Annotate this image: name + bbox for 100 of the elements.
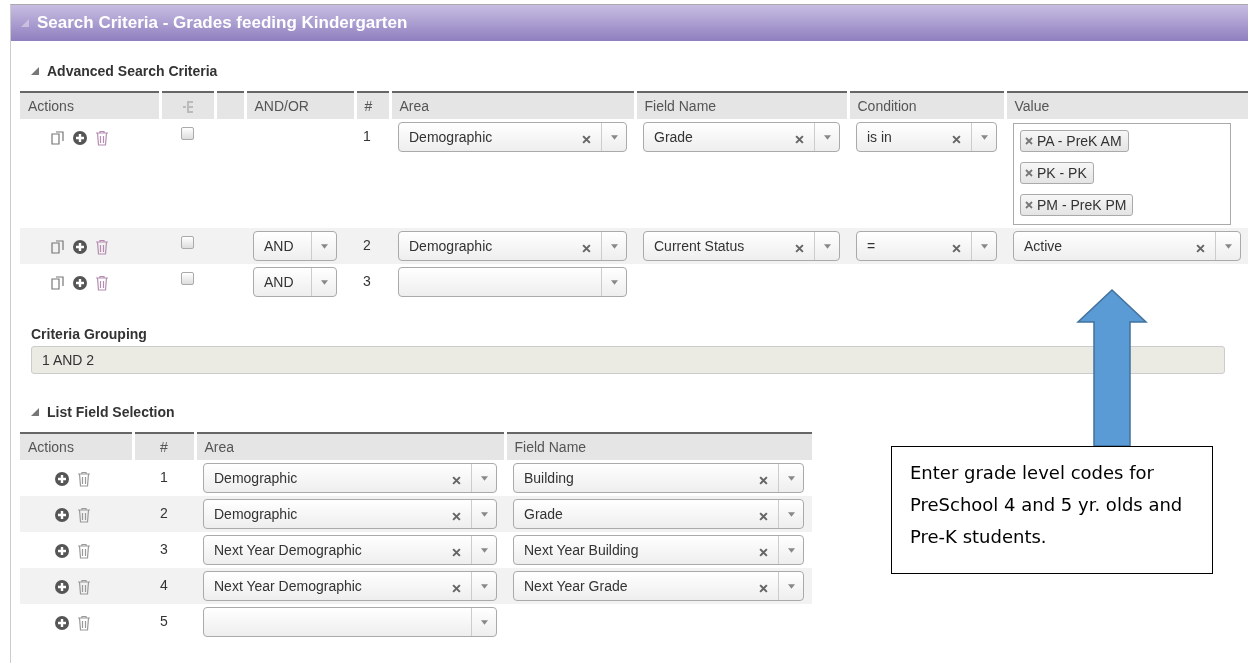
collapse-icon[interactable] — [31, 67, 39, 75]
select-field[interactable]: Next Year Grade — [513, 571, 804, 601]
add-icon[interactable] — [72, 275, 88, 291]
remove-icon[interactable] — [1025, 137, 1033, 145]
remove-icon[interactable] — [1025, 169, 1033, 177]
row-checkbox[interactable] — [181, 272, 194, 285]
column-header: # — [133, 433, 195, 460]
column-header: Value — [1005, 92, 1248, 119]
clear-icon[interactable] — [452, 475, 461, 485]
select-field[interactable]: Demographic — [203, 499, 497, 529]
row-checkbox[interactable] — [181, 127, 194, 140]
caret-icon — [980, 134, 988, 140]
clear-icon[interactable] — [795, 134, 804, 144]
add-icon[interactable] — [54, 615, 70, 631]
caret-icon — [787, 583, 795, 589]
delete-icon[interactable] — [76, 579, 92, 595]
callout-note: Enter grade level codes for PreSchool 4 and 5 yr. olds and Pre-K students. — [891, 446, 1213, 574]
caret-icon — [480, 583, 488, 589]
multi-select-field[interactable]: PA - PreK AM PK - PK PM - PreK PM — [1013, 123, 1231, 225]
clear-icon[interactable] — [759, 511, 768, 521]
value-tag: PM - PreK PM — [1020, 194, 1134, 216]
delete-icon[interactable] — [76, 471, 92, 487]
column-header: Area — [195, 433, 505, 460]
add-icon[interactable] — [54, 507, 70, 523]
delete-icon[interactable] — [76, 543, 92, 559]
column-header: Actions — [20, 433, 133, 460]
andor-dropdown[interactable]: AND — [253, 231, 337, 261]
select-field[interactable]: Demographic — [398, 122, 627, 152]
delete-icon[interactable] — [94, 130, 110, 146]
caret-icon — [823, 134, 831, 140]
select-field[interactable]: Active — [1013, 231, 1241, 261]
add-icon[interactable] — [54, 471, 70, 487]
row-number: 5 — [160, 612, 168, 629]
field-label: Criteria Grouping — [31, 326, 148, 342]
clear-icon[interactable] — [759, 475, 768, 485]
delete-icon[interactable] — [94, 275, 110, 291]
andor-dropdown[interactable]: AND — [253, 267, 337, 297]
caret-icon — [787, 475, 795, 481]
caret-icon — [980, 243, 988, 249]
collapse-icon[interactable] — [31, 408, 39, 416]
clear-icon[interactable] — [759, 583, 768, 593]
add-icon[interactable] — [54, 543, 70, 559]
hierarchy-icon — [182, 100, 193, 115]
clear-icon[interactable] — [452, 547, 461, 557]
section-heading: List Field Selection — [47, 404, 175, 420]
clear-icon[interactable] — [952, 243, 961, 253]
select-field[interactable]: Next Year Demographic — [203, 535, 497, 565]
column-header: Area — [390, 92, 635, 119]
caret-icon — [610, 243, 618, 249]
value-tag: PA - PreK AM — [1020, 130, 1129, 152]
value-tag: PK - PK — [1020, 162, 1094, 184]
caret-icon — [823, 243, 831, 249]
select-field[interactable] — [398, 267, 627, 297]
caret-icon — [480, 547, 488, 553]
caret-icon — [480, 619, 488, 625]
column-header: AND/OR — [245, 92, 355, 119]
add-icon[interactable] — [72, 239, 88, 255]
select-field[interactable]: Building — [513, 463, 804, 493]
clear-icon[interactable] — [952, 134, 961, 144]
clear-icon[interactable] — [582, 134, 591, 144]
column-header: Field Name — [635, 92, 848, 119]
select-field[interactable]: Demographic — [203, 463, 497, 493]
caret-icon — [610, 279, 618, 285]
select-field[interactable]: = — [856, 231, 997, 261]
clear-icon[interactable] — [795, 243, 804, 253]
select-field[interactable] — [203, 607, 497, 637]
caret-icon — [610, 134, 618, 140]
row-checkbox[interactable] — [181, 236, 194, 249]
select-field[interactable]: Grade — [643, 122, 840, 152]
row-number: 3 — [160, 540, 168, 557]
caret-icon — [320, 279, 328, 285]
select-field[interactable]: Next Year Demographic — [203, 571, 497, 601]
remove-icon[interactable] — [1025, 201, 1033, 209]
select-field[interactable]: Current Status — [643, 231, 840, 261]
delete-icon[interactable] — [76, 615, 92, 631]
clear-icon[interactable] — [1196, 243, 1205, 253]
delete-icon[interactable] — [76, 507, 92, 523]
column-header: # — [355, 92, 390, 119]
clear-icon[interactable] — [582, 243, 591, 253]
column-header: Field Name — [505, 433, 812, 460]
section-heading: Advanced Search Criteria — [47, 63, 218, 79]
select-field[interactable]: Grade — [513, 499, 804, 529]
select-field[interactable]: Next Year Building — [513, 535, 804, 565]
delete-icon[interactable] — [94, 239, 110, 255]
clear-icon[interactable] — [452, 583, 461, 593]
caret-icon — [480, 475, 488, 481]
caret-icon — [787, 547, 795, 553]
panel-title: Search Criteria - Grades feeding Kindergarten — [37, 13, 408, 33]
add-icon[interactable] — [72, 130, 88, 146]
clear-icon[interactable] — [759, 547, 768, 557]
select-field[interactable]: Demographic — [398, 231, 627, 261]
row-number: 1 — [160, 468, 168, 485]
caret-icon — [1224, 243, 1232, 249]
select-field[interactable]: is in — [856, 122, 997, 152]
grouping-field[interactable]: 1 AND 2 — [31, 346, 1225, 374]
caret-icon — [787, 511, 795, 517]
add-icon[interactable] — [54, 579, 70, 595]
clear-icon[interactable] — [452, 511, 461, 521]
row-number: 4 — [160, 576, 168, 593]
row-number: 1 — [363, 127, 371, 144]
